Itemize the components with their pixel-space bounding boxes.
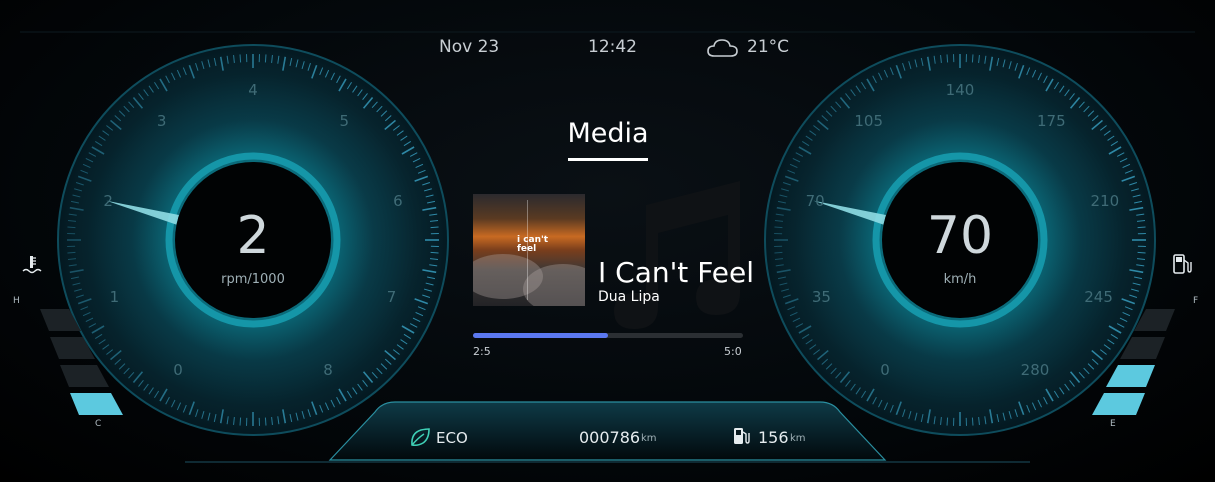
music-note-icon <box>614 181 740 329</box>
gauge-tick-label: 8 <box>323 360 333 379</box>
album-art: i can't feel <box>473 194 585 306</box>
rpm-unit: rpm/1000 <box>221 272 285 287</box>
level-bar-segment <box>40 309 81 331</box>
level-bar-segment <box>1134 309 1175 331</box>
cloud-icon <box>707 39 738 57</box>
song-title: I Can't Feel <box>598 256 754 289</box>
speed-value: 70 <box>926 206 994 266</box>
coolant-temperature-icon <box>22 256 42 274</box>
rpm-value: 2 <box>236 206 270 266</box>
range-value: 156 <box>758 428 789 447</box>
playback-progress-fill <box>473 333 608 338</box>
media-tab-underline <box>568 158 648 161</box>
album-art-text: i can't feel <box>517 235 549 254</box>
gauge-tick-label: 5 <box>339 111 350 130</box>
playback-progress-bar[interactable] <box>473 333 743 338</box>
total-time: 5:0 <box>724 345 742 358</box>
level-bar-segment <box>60 365 109 387</box>
instrument-cluster: Nov 23 12:42 21°C 012345678 2 rpm/1000 0… <box>0 0 1215 482</box>
temperature-level-bars <box>40 309 123 415</box>
fuel-pump-icon <box>734 428 750 444</box>
fuel-level-bars <box>1092 309 1175 415</box>
level-bar-segment <box>1106 365 1155 387</box>
media-heading[interactable]: Media <box>558 118 658 149</box>
odometer-unit: km <box>641 433 657 444</box>
gauge-tick-label: 3 <box>156 111 167 130</box>
speed-unit: km/h <box>943 272 977 287</box>
song-artist: Dua Lipa <box>598 289 660 305</box>
gauge-tick-label: 35 <box>811 288 831 307</box>
gauge-tick-label: 4 <box>248 81 258 99</box>
level-bar-segment <box>1120 337 1165 359</box>
level-bar-segment <box>1092 393 1145 415</box>
gauge-tick-label: 0 <box>173 360 183 379</box>
gauge-tick-label: 0 <box>880 360 890 379</box>
clock-display: 12:42 <box>588 37 637 57</box>
elapsed-time: 2:5 <box>473 345 491 358</box>
range-unit: km <box>790 433 806 444</box>
gauge-tick-label: 280 <box>1020 360 1050 379</box>
level-bar-segment <box>50 337 95 359</box>
level-bar-segment <box>70 393 123 415</box>
gauge-tick-label: 140 <box>945 81 975 99</box>
gauge-tick-label: 7 <box>386 288 397 307</box>
leaf-icon <box>411 428 430 447</box>
odometer-value: 000786 <box>579 428 641 447</box>
drive-mode: ECO <box>436 429 468 447</box>
fuel-pump-icon <box>1173 254 1192 274</box>
gauge-tick-label: 175 <box>1036 111 1066 130</box>
gauge-tick-label: 105 <box>854 111 883 130</box>
